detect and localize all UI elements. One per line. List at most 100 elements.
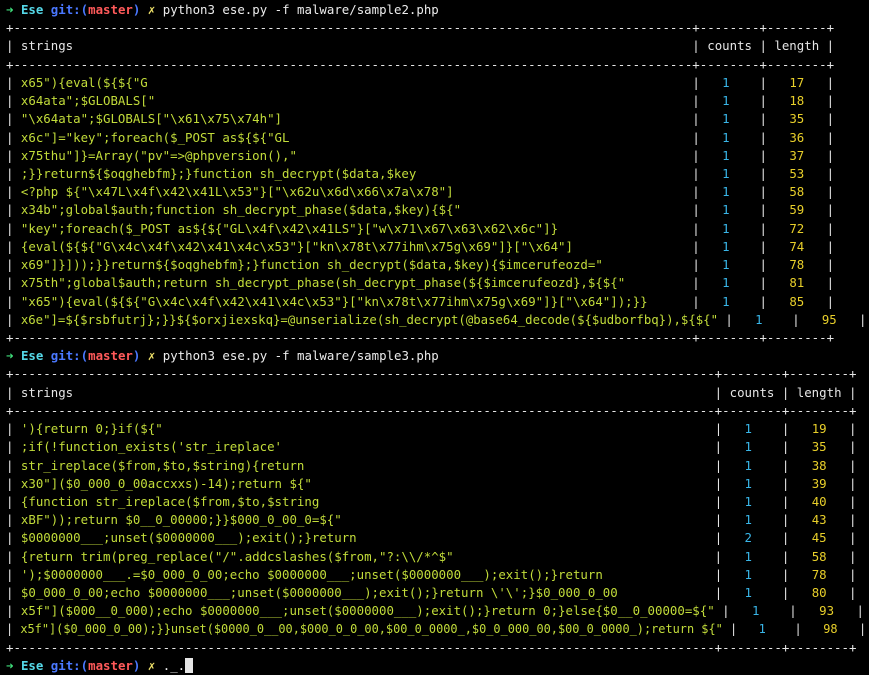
- table-row: | x64ata";$GLOBALS[" | 1 | 18 |: [6, 92, 834, 110]
- string-cell[interactable]: ;}}return${$oqghebfm};}function sh_decry…: [21, 166, 416, 181]
- column-separator: |: [729, 257, 775, 272]
- string-cell[interactable]: str_ireplace($from,$to,$string){return: [21, 458, 304, 473]
- table-row: | str_ireplace($from,$to,$string){return…: [6, 457, 856, 475]
- count-cell: 1: [722, 257, 730, 272]
- dirty-mark-icon: ✗: [147, 348, 156, 363]
- length-cell: 98: [823, 621, 838, 636]
- column-separator: |: [461, 202, 708, 217]
- table-row: | $0_000_0_00;echo $0000000___;unset($00…: [6, 584, 856, 602]
- string-cell[interactable]: x34b";global$auth;function sh_decrypt_ph…: [21, 202, 461, 217]
- column-separator: |: [155, 93, 708, 108]
- length-cell: 58: [811, 549, 827, 564]
- string-cell[interactable]: $0000000___;unset($0000000___);exit();}r…: [21, 530, 357, 545]
- column-separator: |: [804, 275, 835, 290]
- string-cell[interactable]: x30"]($0_000_0_00accxxs)-14);return ${": [21, 476, 312, 491]
- column-separator: |: [752, 476, 797, 491]
- string-cell[interactable]: x65"){eval(${${"G: [21, 75, 148, 90]
- count-cell: 1: [722, 275, 730, 290]
- header-pad: |: [73, 385, 730, 400]
- count-cell: 1: [755, 312, 763, 327]
- column-separator: |: [826, 439, 857, 454]
- column-separator: |: [729, 275, 775, 290]
- command-text[interactable]: python3 ese.py -f malware/sample2.php: [163, 2, 439, 17]
- length-cell: 35: [789, 111, 805, 126]
- column-separator: |: [6, 421, 21, 436]
- string-cell[interactable]: x75thu"]}=Array("pv"=>@phpversion(),": [21, 148, 297, 163]
- header-strings: strings: [20, 38, 74, 53]
- header-pad: |: [752, 38, 775, 53]
- table-row: | "\x64ata";$GLOBALS["\x61\x75\x74h"] | …: [6, 110, 834, 128]
- string-cell[interactable]: "x65"){eval(${${"G\x4c\x4f\x42\x41\x4c\x…: [21, 294, 648, 309]
- length-cell: 45: [811, 530, 827, 545]
- column-separator: |: [6, 275, 21, 290]
- column-separator: |: [804, 184, 835, 199]
- column-separator: |: [572, 239, 708, 254]
- column-separator: |: [752, 585, 797, 600]
- terminal-cursor[interactable]: [185, 658, 194, 673]
- string-cell[interactable]: x64ata";$GLOBALS[": [21, 93, 155, 108]
- count-cell: 1: [722, 202, 730, 217]
- terminal-window[interactable]: ➜ Ese git:(master) ✗ python3 ese.py -f m…: [0, 0, 869, 673]
- column-separator: |: [826, 458, 857, 473]
- column-separator: |: [6, 603, 21, 618]
- column-separator: |: [804, 166, 835, 181]
- column-separator: |: [729, 202, 775, 217]
- string-cell[interactable]: x6c"]="key";foreach($_POST as${${"GL: [21, 130, 290, 145]
- table-border-line: +---------------------------------------…: [6, 366, 857, 381]
- column-separator: |: [752, 530, 797, 545]
- string-cell[interactable]: x69"]}]));}}return${$oqghebfm};}function…: [21, 257, 603, 272]
- git-branch: master: [88, 658, 133, 673]
- column-separator: |: [722, 621, 745, 636]
- column-separator: |: [714, 603, 738, 618]
- string-cell[interactable]: {function str_ireplace($from,$to,$string: [21, 494, 319, 509]
- column-separator: |: [729, 148, 775, 163]
- header-pad: |: [819, 38, 835, 53]
- count-cell: 1: [744, 549, 752, 564]
- string-cell[interactable]: {eval(${${"G\x4c\x4f\x42\x41\x4c\x53"}["…: [21, 239, 573, 254]
- column-separator: |: [6, 111, 21, 126]
- header-pad: |: [841, 385, 857, 400]
- count-cell: 1: [722, 75, 730, 90]
- string-cell[interactable]: x5f"]($0_000_0_00);}}unset($0000_0__00,$…: [20, 621, 722, 636]
- table-row: | x5f"]($0_000_0_00);}}unset($0000_0__00…: [6, 620, 866, 638]
- column-separator: |: [625, 275, 708, 290]
- column-separator: |: [752, 458, 797, 473]
- string-cell[interactable]: xBF"));return $0__0_00000;}}$000_0_00_0=…: [21, 512, 342, 527]
- count-cell: 1: [722, 294, 730, 309]
- string-cell[interactable]: x5f"]($000__0_000);echo $0000000___;unse…: [21, 603, 715, 618]
- length-cell: 78: [789, 257, 805, 272]
- command-text[interactable]: ._.: [163, 658, 185, 673]
- string-cell[interactable]: ');$0000000___.=$0_000_0_00;echo $000000…: [21, 567, 603, 582]
- table-border-line: +---------------------------------------…: [6, 330, 835, 345]
- table-row: | $0000000___;unset($0000000___);exit();…: [6, 529, 856, 547]
- column-separator: |: [304, 458, 730, 473]
- string-cell[interactable]: '){return 0;}if(${": [21, 421, 163, 436]
- string-cell[interactable]: x75th";global$auth;return sh_decrypt_pha…: [21, 275, 625, 290]
- string-cell[interactable]: {return trim(preg_replace("/".addcslashe…: [21, 549, 454, 564]
- column-separator: |: [6, 549, 21, 564]
- column-separator: |: [834, 603, 864, 618]
- table-row: | {eval(${${"G\x4c\x4f\x42\x41\x4c\x53"}…: [6, 238, 834, 256]
- column-separator: |: [729, 166, 775, 181]
- string-cell[interactable]: <?php ${"\x47L\x4f\x42\x41L\x53"}["\x62u…: [21, 184, 454, 199]
- column-separator: |: [729, 75, 775, 90]
- column-separator: |: [6, 257, 21, 272]
- count-cell: 1: [744, 567, 753, 582]
- string-cell[interactable]: $0_000_0_00;echo $0000000___;unset($0000…: [21, 585, 618, 600]
- length-cell: 95: [821, 312, 837, 327]
- string-cell[interactable]: "\x64ata";$GLOBALS["\x61\x75\x74h"]: [21, 111, 282, 126]
- column-separator: |: [617, 585, 730, 600]
- string-cell[interactable]: "key";foreach($_POST as${${"GL\x4f\x42\x…: [21, 221, 558, 236]
- column-separator: |: [6, 166, 21, 181]
- string-cell[interactable]: ;if(!function_exists('str_ireplace': [21, 439, 282, 454]
- command-text[interactable]: python3 ese.py -f malware/sample3.php: [163, 348, 439, 363]
- header-length: length: [796, 385, 842, 400]
- column-separator: |: [826, 585, 857, 600]
- prompt-directory: Ese: [20, 658, 44, 673]
- column-separator: |: [282, 439, 730, 454]
- table-border-line: +---------------------------------------…: [6, 57, 835, 72]
- length-cell: 81: [789, 275, 805, 290]
- column-separator: |: [6, 202, 21, 217]
- string-cell[interactable]: x6e"]=${$rsbfutrj};}}${$orxjiexskq}=@uns…: [21, 312, 718, 327]
- length-cell: 37: [789, 148, 805, 163]
